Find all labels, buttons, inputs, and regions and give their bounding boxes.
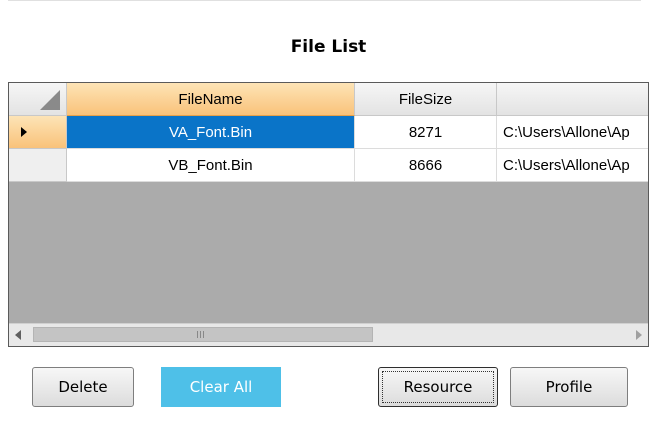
current-row-arrow-icon (21, 127, 27, 137)
scrollbar-thumb[interactable] (33, 327, 373, 342)
column-header-filename[interactable]: FileName (67, 83, 355, 116)
clear-all-button[interactable]: Clear All (161, 367, 281, 407)
column-header-filesize[interactable]: FileSize (355, 83, 497, 116)
table-cell-filesize[interactable]: 8666 (355, 149, 497, 182)
table-cell-filename[interactable]: VB_Font.Bin (67, 149, 355, 182)
table-cell-filename[interactable]: VA_Font.Bin (67, 116, 355, 149)
corner-triangle-icon (40, 90, 60, 110)
row-header[interactable] (9, 149, 67, 182)
select-all-corner[interactable] (9, 83, 67, 116)
focus-ring (382, 371, 494, 403)
table-cell-path[interactable]: C:\Users\Allone\Ap (497, 149, 648, 182)
delete-button[interactable]: Delete (32, 367, 134, 407)
column-header-path[interactable] (497, 83, 648, 116)
horizontal-scrollbar[interactable] (9, 323, 648, 346)
scroll-right-icon[interactable] (636, 330, 642, 340)
row-header[interactable] (9, 116, 67, 149)
profile-button[interactable]: Profile (510, 367, 628, 407)
grip-icon (197, 331, 198, 338)
resource-button[interactable]: Resource (378, 367, 498, 407)
page-title: File List (290, 37, 367, 57)
window-top-edge (8, 0, 641, 13)
file-list-grid[interactable]: FileName FileSize VA_Font.Bin 8271 C:\Us… (8, 82, 649, 347)
scroll-left-icon[interactable] (15, 330, 21, 340)
table-cell-path[interactable]: C:\Users\Allone\Ap (497, 116, 648, 149)
table-cell-filesize[interactable]: 8271 (355, 116, 497, 149)
